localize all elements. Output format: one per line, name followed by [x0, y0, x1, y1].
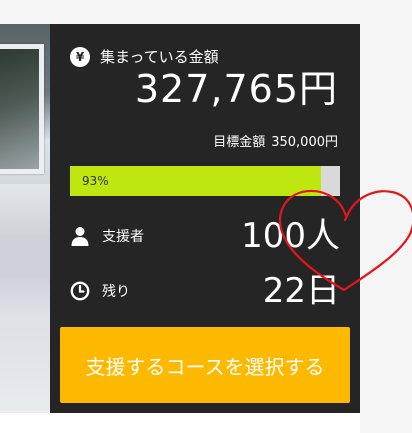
photo-frame: [0, 44, 44, 174]
supporters-row: 支援者 100人: [70, 216, 340, 256]
raised-label: 集まっている金額: [100, 48, 219, 66]
clock-icon: [70, 281, 90, 301]
project-page: ¥ 集まっている金額 327,765円 目標金額 350,000円 93% 支援…: [0, 0, 412, 433]
raised-amount: 327,765円: [134, 67, 338, 111]
yen-circle-icon: ¥: [70, 46, 90, 67]
project-photo: [0, 24, 50, 413]
page-background: [0, 413, 360, 433]
photo-shade: [0, 184, 50, 413]
remaining-value: 22日: [262, 271, 340, 311]
raised-row: ¥ 集まっている金額: [70, 46, 219, 67]
progress-bar: 93%: [70, 166, 340, 196]
remaining-row: 残り 22日: [70, 269, 340, 313]
remaining-label: 残り: [102, 284, 130, 300]
funding-panel: ¥ 集まっている金額 327,765円 目標金額 350,000円 93% 支援…: [50, 24, 412, 413]
target-amount: 350,000円: [271, 135, 338, 150]
target-amount-row: 目標金額 350,000円: [213, 131, 338, 150]
progress-fill: 93%: [70, 166, 322, 196]
supporters-value: 100人: [241, 216, 340, 256]
person-icon: [71, 227, 89, 246]
progress-percent: 93%: [82, 174, 109, 188]
target-label: 目標金額: [213, 135, 266, 150]
select-course-button[interactable]: 支援するコースを選択する: [60, 327, 350, 403]
supporters-label: 支援者: [102, 229, 144, 245]
